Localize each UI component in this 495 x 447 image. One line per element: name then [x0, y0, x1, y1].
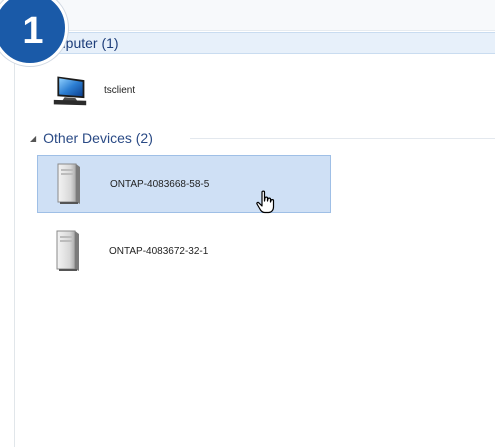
list-item-label: tsclient — [104, 84, 136, 96]
group-separator — [190, 138, 495, 139]
server-tower-icon — [50, 161, 86, 207]
hand-pointer-icon — [255, 190, 277, 214]
step-number-badge: 1 — [0, 0, 68, 66]
list-item-label: ONTAP-4083672-32-1 — [109, 245, 209, 257]
group-header-other-devices[interactable]: ◢ Other Devices (2) — [30, 128, 153, 148]
pane-divider — [14, 30, 15, 447]
monitor-icon — [52, 67, 88, 113]
group-header-computer[interactable]: mputer (1) — [24, 32, 495, 54]
server-tower-icon — [49, 228, 85, 274]
list-item-tsclient[interactable]: tsclient — [40, 66, 340, 114]
group-header-other-devices-label: Other Devices (2) — [43, 130, 153, 146]
top-strip — [0, 0, 495, 31]
list-item-ontap-2[interactable]: ONTAP-4083672-32-1 — [37, 222, 331, 280]
network-explorer-view: 1 mputer (1) tsclient ◢ Other Devices (2… — [0, 0, 495, 447]
list-item-ontap-1[interactable]: ONTAP-4083668-58-5 — [37, 155, 331, 213]
triangle-collapse-icon[interactable]: ◢ — [30, 134, 36, 143]
list-item-label: ONTAP-4083668-58-5 — [110, 178, 210, 190]
